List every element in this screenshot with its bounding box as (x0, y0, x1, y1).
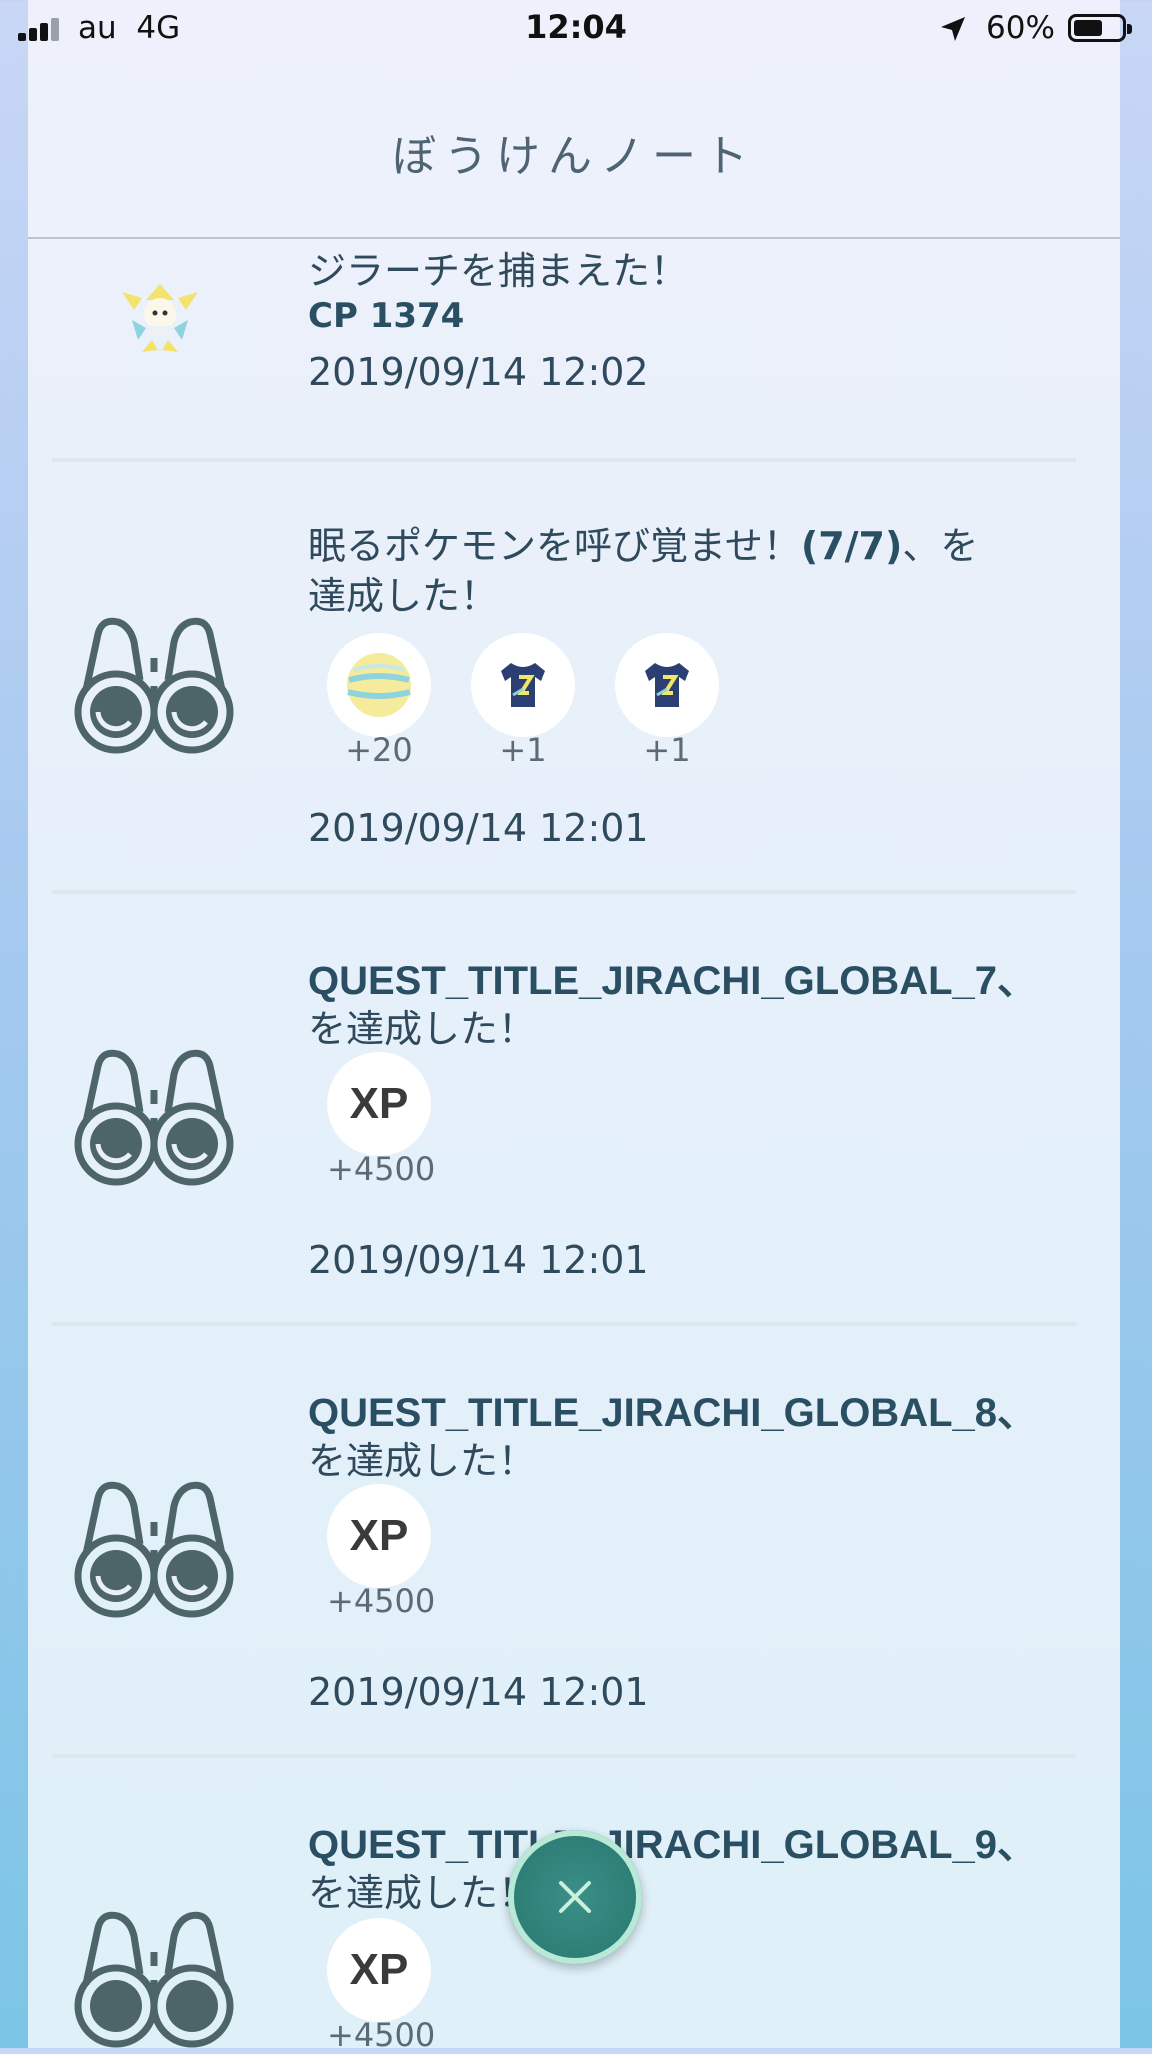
entry-title-line2: 達成した！ (308, 574, 499, 618)
binoculars-icon (74, 1481, 234, 1618)
jirachi-sprite-icon (122, 284, 198, 352)
entry-divider (52, 1322, 1076, 1326)
reward-amount: +4500 (327, 1582, 436, 1620)
entry-divider (52, 1754, 1076, 1758)
entry-cp: CP 1374 (308, 296, 465, 336)
xp-label: XP (349, 1079, 409, 1128)
reward-shirt: +1 (615, 633, 719, 769)
entry-date: 2019/09/14 12:01 (308, 806, 649, 850)
reward-amount: +4500 (327, 2016, 436, 2054)
reward-xp: XP +4500 (327, 1484, 436, 1620)
reward-stardust: +20 (327, 633, 431, 769)
entry-date: 2019/09/14 12:02 (308, 350, 649, 394)
close-icon (559, 1881, 591, 1913)
reward-xp: XP +4500 (327, 1052, 436, 1188)
battery-percent: 60% (986, 10, 1055, 46)
stardust-ball-icon (347, 653, 411, 717)
reward-amount: +4500 (327, 1150, 436, 1188)
xp-label: XP (349, 1945, 409, 1994)
reward-amount: +1 (643, 731, 691, 769)
header-divider (28, 237, 1120, 239)
xp-label: XP (349, 1511, 409, 1560)
entry-title-line2: を達成した！ (308, 1439, 537, 1483)
location-arrow-icon (941, 17, 965, 41)
status-bar: au 4G 12:04 60% (0, 0, 1152, 58)
entry-title-line2: を達成した！ (308, 1871, 537, 1915)
entry-date: 2019/09/14 12:01 (308, 1670, 649, 1714)
entry-date: 2019/09/14 12:01 (308, 1238, 649, 1282)
entry-title-line2: を達成した！ (308, 1007, 537, 1051)
binoculars-icon (74, 1911, 234, 2048)
reward-xp: XP +4500 (327, 1918, 436, 2054)
binoculars-icon (74, 617, 234, 754)
entry-divider (52, 890, 1076, 894)
jirachi-shirt-icon (501, 663, 545, 707)
entry-title: ジラーチを捕まえた！ (308, 249, 689, 293)
reward-amount: +20 (345, 731, 413, 769)
entry-divider (52, 458, 1076, 462)
close-button[interactable] (508, 1830, 642, 1964)
binoculars-icon (74, 1049, 234, 1186)
reward-shirt: +1 (471, 633, 575, 769)
battery-icon (1068, 14, 1132, 42)
entry-title: 眠るポケモンを呼び覚ませ！(7/7)、を (308, 524, 979, 568)
jirachi-shirt-icon (645, 663, 689, 707)
status-time: 12:04 (525, 8, 627, 46)
page-title: ぼうけんノート (392, 131, 756, 182)
reward-amount: +1 (499, 731, 547, 769)
